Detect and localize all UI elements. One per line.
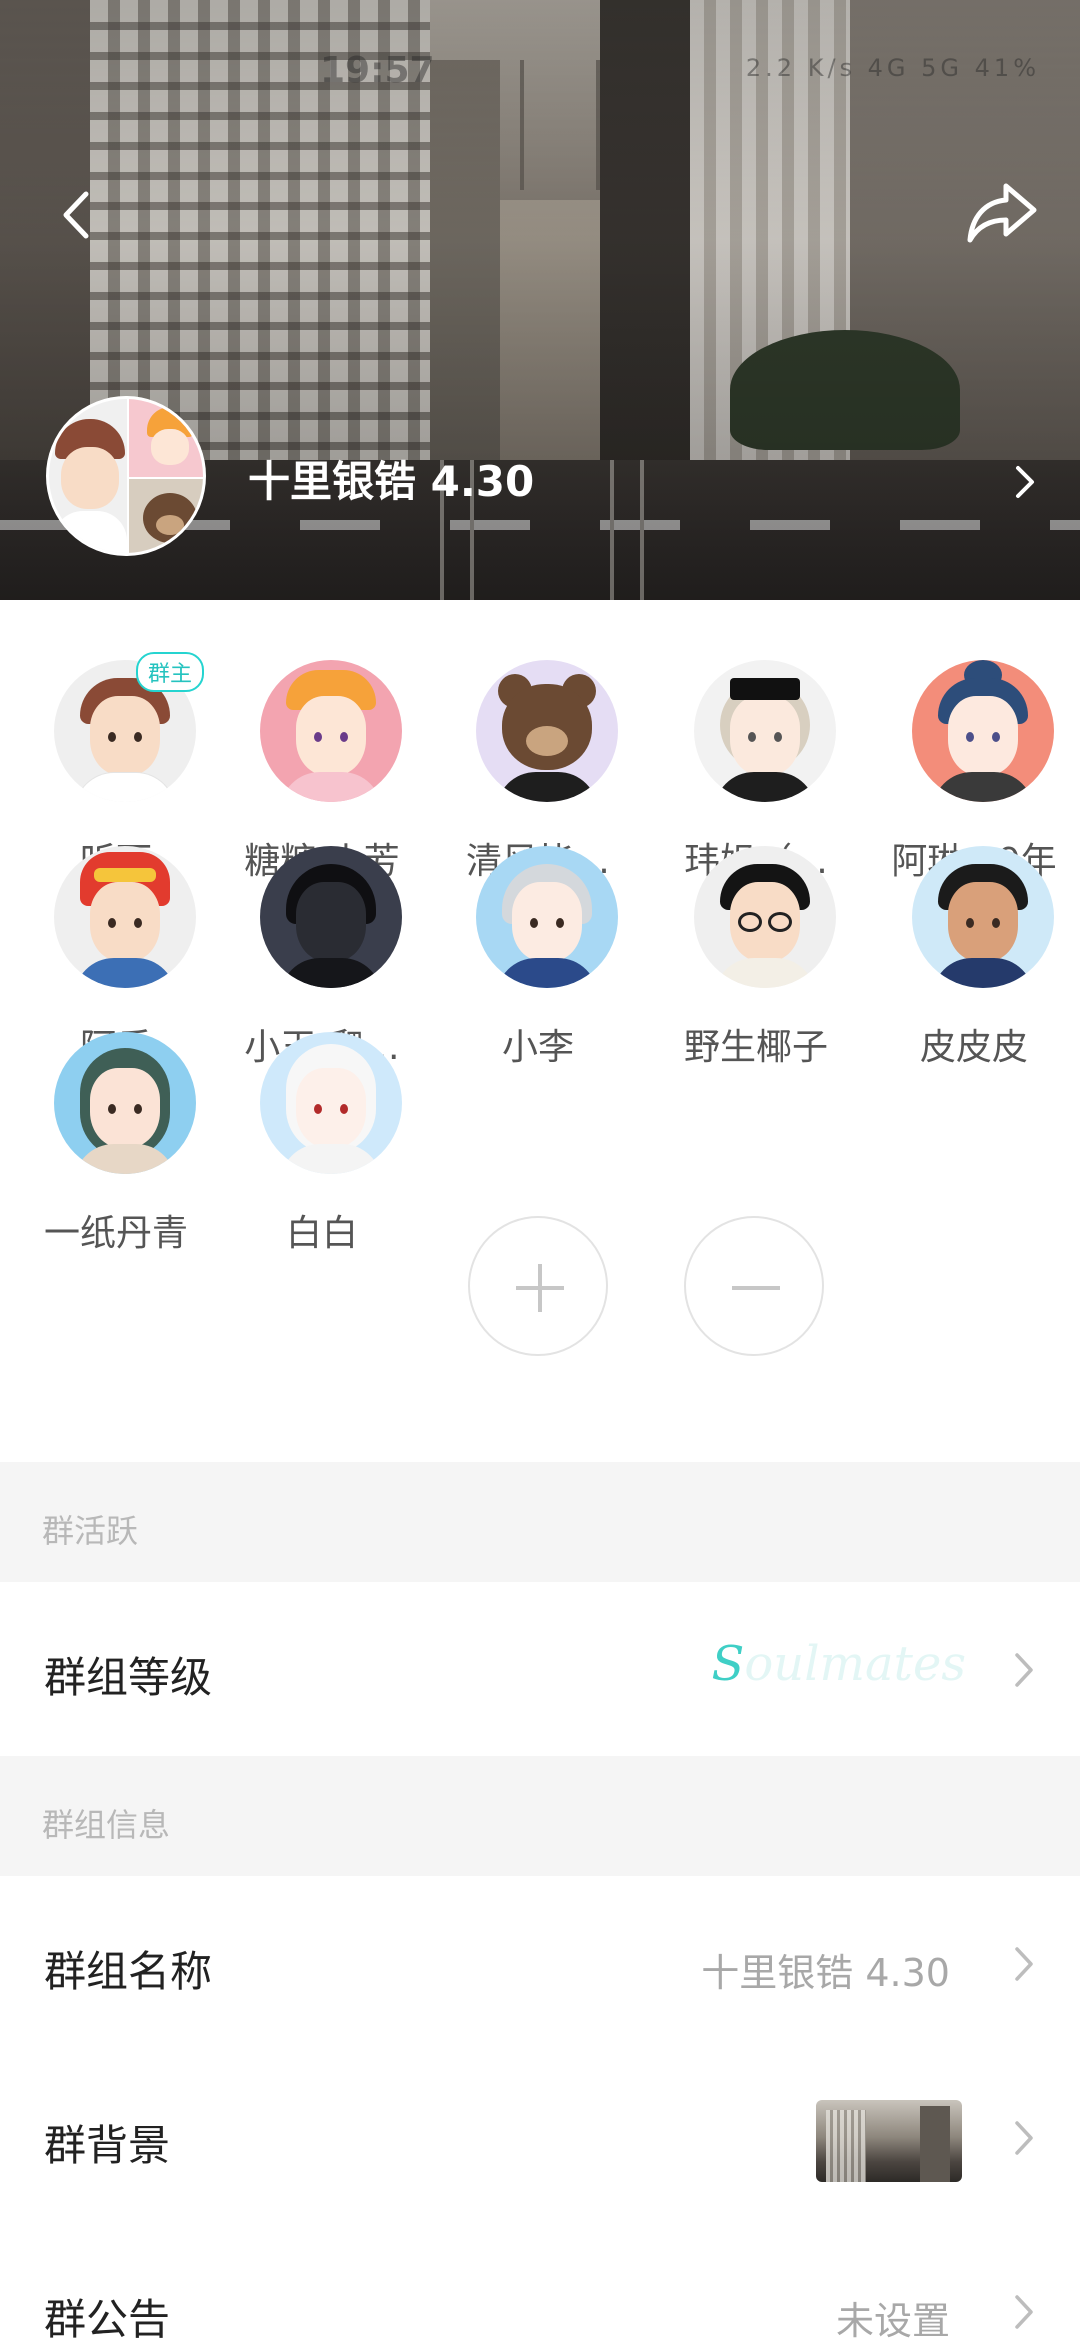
- back-button[interactable]: [52, 188, 106, 242]
- member-name: 皮皮皮: [919, 1027, 1028, 1068]
- group-background-row[interactable]: 群背景: [0, 2050, 1080, 2226]
- section-header-activity: 群活跃: [0, 1462, 1080, 1582]
- member-name: 小李: [501, 1027, 574, 1068]
- member-avatar: [476, 660, 618, 802]
- group-name-label: 群组名称: [44, 1947, 213, 1996]
- group-notice-label: 群公告: [44, 2295, 171, 2340]
- group-notice-row[interactable]: 群公告 未设置: [0, 2224, 1080, 2340]
- owner-badge: 群主: [136, 652, 205, 692]
- share-button[interactable]: [966, 180, 1040, 246]
- section-header-info: 群组信息: [0, 1756, 1080, 1876]
- add-member-button[interactable]: [468, 1216, 608, 1356]
- group-background-thumbnail: [816, 2100, 962, 2182]
- member-avatar: [54, 1032, 196, 1174]
- member-avatar: [912, 846, 1054, 988]
- status-icons: 2.2 K/s 4G 5G 41%: [745, 54, 1040, 82]
- group-name-row[interactable]: 群组名称 十里银锆 4.30: [0, 1876, 1080, 2052]
- member-name: 一纸丹青: [43, 1213, 188, 1254]
- member-avatar: [260, 1032, 402, 1174]
- group-name-value: 十里银锆 4.30: [701, 1951, 950, 1995]
- group-title[interactable]: 十里银锆 4.30: [248, 448, 534, 509]
- plus-icon: [516, 1264, 564, 1312]
- member-item[interactable]: 白白: [214, 972, 430, 1254]
- member-item[interactable]: 皮皮皮: [866, 786, 1080, 1068]
- group-avatar[interactable]: [46, 396, 206, 556]
- member-avatar: [260, 846, 402, 988]
- section-title: 群活跃: [42, 1512, 139, 1550]
- member-item[interactable]: 小李: [430, 786, 646, 1068]
- soulmates-level-logo: Soulmates: [711, 1636, 966, 1692]
- member-avatar: [694, 660, 836, 802]
- group-background-label: 群背景: [44, 2121, 171, 2170]
- member-item[interactable]: 一纸丹青: [8, 972, 224, 1254]
- member-name: 野生椰子: [683, 1027, 828, 1068]
- minus-icon: [732, 1286, 780, 1290]
- member-avatar: [694, 846, 836, 988]
- remove-member-button[interactable]: [684, 1216, 824, 1356]
- chevron-right-icon: [1015, 2121, 1033, 2155]
- member-grid: 群主 听雨 糖糖 小芳 清风皆… 玮姐（…: [0, 600, 1080, 1460]
- member-item[interactable]: 野生椰子: [648, 786, 864, 1068]
- member-name: 白白: [285, 1213, 358, 1254]
- share-icon: [967, 183, 1037, 243]
- chevron-right-icon: [1016, 466, 1034, 498]
- member-avatar: [476, 846, 618, 988]
- group-avatar-member-2: [129, 399, 203, 477]
- status-time: 19:57: [320, 50, 435, 91]
- group-title-chevron[interactable]: [1010, 462, 1040, 502]
- status-bar: 19:57 2.2 K/s 4G 5G 41%: [0, 50, 1080, 91]
- group-avatar-member-1: [49, 399, 127, 553]
- chevron-right-icon: [1015, 1653, 1033, 1687]
- section-title: 群组信息: [42, 1806, 171, 1844]
- chevron-right-icon: [1015, 2295, 1033, 2329]
- chevron-right-icon: [1015, 1947, 1033, 1981]
- group-notice-value: 未设置: [835, 2299, 950, 2340]
- group-level-row[interactable]: 群组等级 Soulmates: [0, 1582, 1080, 1758]
- group-level-label: 群组等级: [44, 1653, 213, 1702]
- member-avatar: [260, 660, 402, 802]
- group-avatar-member-3: [129, 479, 203, 553]
- member-avatar: [912, 660, 1054, 802]
- chevron-left-icon: [63, 191, 89, 239]
- member-avatar: [54, 846, 196, 988]
